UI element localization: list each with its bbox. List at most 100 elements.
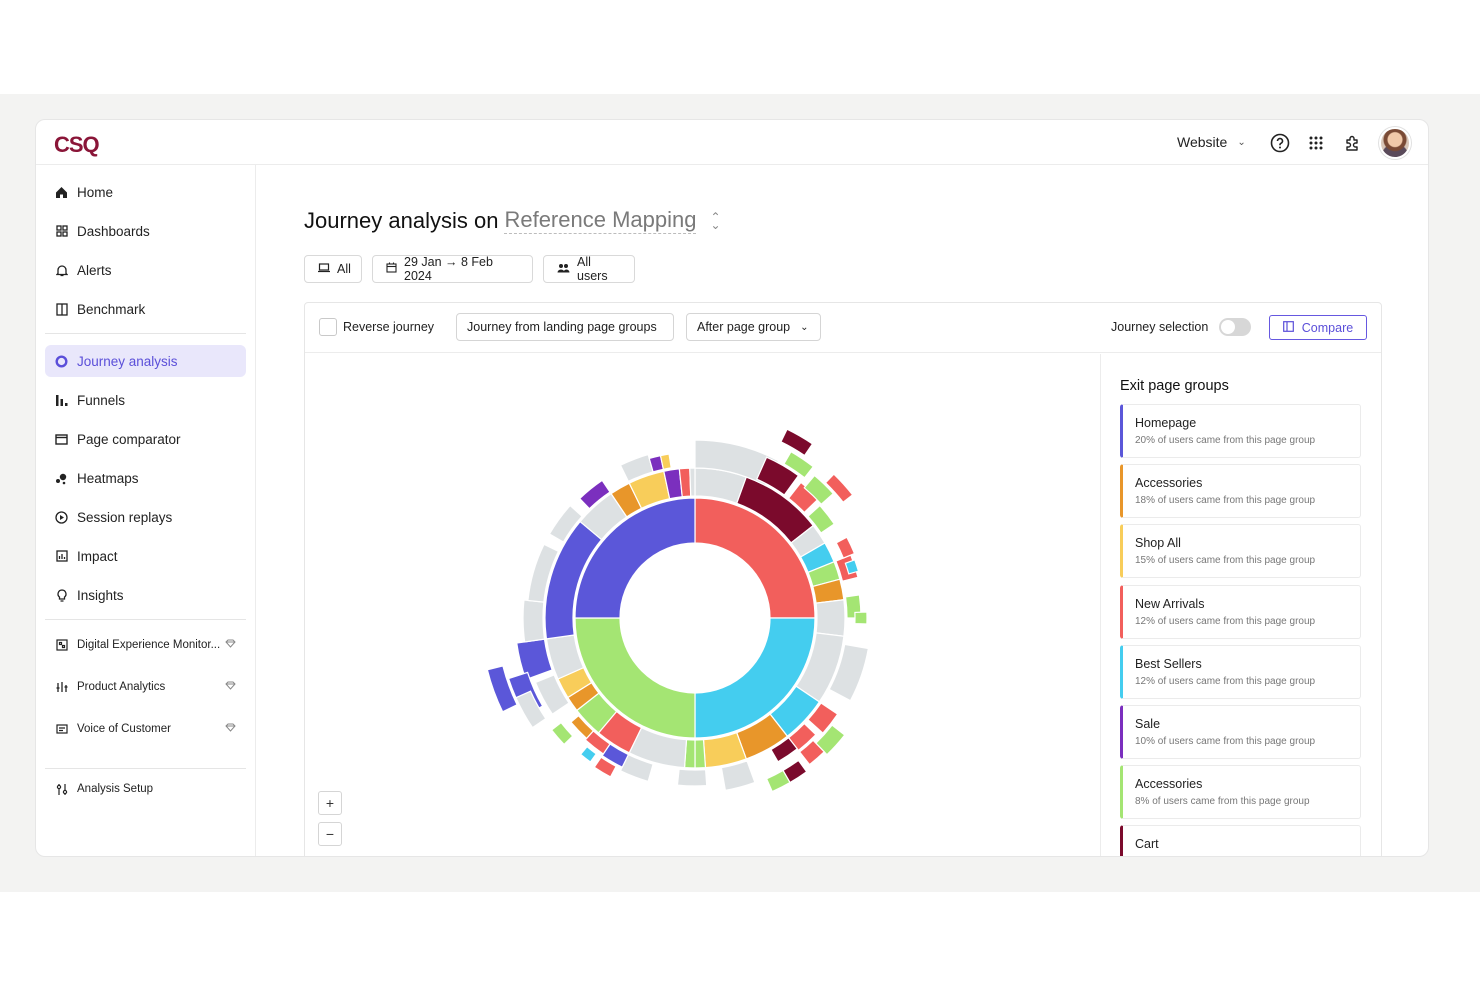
benchmark-icon	[55, 302, 68, 316]
sidebar-item-digital-experience-monitor[interactable]: Digital Experience Monitor...	[45, 629, 246, 661]
reverse-journey-label: Reverse journey	[343, 320, 435, 334]
sunburst-ring2-segment[interactable]	[815, 599, 846, 637]
date-range-chip[interactable]: 29 Jan → 8 Feb 2024	[372, 255, 533, 283]
exit-page-group-card[interactable]: Homepage 20% of users came from this page…	[1120, 404, 1361, 458]
journey-from-button[interactable]: Journey from landing page groups	[456, 313, 674, 341]
sunburst-outer-segment[interactable]	[516, 638, 553, 681]
after-page-group-label: After page group	[697, 320, 791, 334]
brand-logo[interactable]: CSQ	[54, 132, 100, 158]
dem-icon	[55, 639, 68, 652]
exit-page-group-card[interactable]: Shop All 15% of users came from this page…	[1120, 524, 1361, 579]
sunburst-outer-segment[interactable]	[522, 599, 546, 643]
device-filter-chip[interactable]: All	[304, 255, 362, 283]
sidebar-item-impact[interactable]: Impact	[45, 540, 246, 572]
panel-toolbar: Reverse journey Journey from landing pag…	[305, 303, 1381, 353]
site-selector[interactable]: Website ⌄	[1177, 134, 1246, 150]
impact-chart-icon	[55, 550, 68, 563]
sidebar-item-label: Benchmark	[77, 301, 146, 317]
exit-page-group-desc: 12% of users came from this page group	[1135, 675, 1316, 687]
bell-icon	[55, 264, 68, 277]
exit-page-group-card[interactable]: Accessories 8% of users came from this pa…	[1120, 765, 1361, 820]
sidebar-item-heatmaps[interactable]: Heatmaps	[45, 462, 246, 494]
reverse-journey-checkbox[interactable]	[319, 318, 337, 336]
after-page-group-select[interactable]: After page group ⌄	[686, 313, 821, 341]
exit-page-group-name: Best Sellers	[1135, 656, 1202, 671]
sidebar-item-label: Funnels	[77, 392, 126, 408]
sunburst-outer-segment[interactable]	[676, 768, 708, 787]
lightbulb-icon	[55, 588, 68, 602]
sidebar-item-voice-of-customer[interactable]: Voice of Customer	[45, 713, 246, 745]
exit-page-group-name: Cart	[1135, 837, 1159, 852]
sunburst-outer-segment[interactable]	[835, 536, 856, 559]
sunburst-outer-segment[interactable]	[515, 690, 547, 729]
zoom-out-button[interactable]: −	[318, 822, 342, 846]
sidebar-item-journey-analysis[interactable]: Journey analysis	[45, 345, 246, 377]
sunburst-chart[interactable]	[305, 354, 1101, 857]
sunburst-outer-segment[interactable]	[550, 721, 574, 746]
exit-page-group-desc: 20% of users came from this page group	[1135, 435, 1316, 446]
calendar-icon	[386, 262, 397, 276]
compare-button[interactable]: Compare	[1269, 315, 1367, 340]
sunburst-outer-segment[interactable]	[579, 745, 598, 763]
sidebar-item-label: Impact	[77, 548, 118, 564]
sidebar-item-label: Dashboards	[77, 223, 150, 239]
exit-page-group-card[interactable]: New Arrivals 12% of users came from this …	[1120, 584, 1361, 639]
exit-page-groups-title: Exit page groups	[1120, 378, 1229, 394]
sidebar-item-label: Page comparator	[77, 431, 181, 447]
sidebar-item-label: Analysis Setup	[77, 783, 154, 795]
user-avatar[interactable]	[1379, 127, 1411, 159]
sidebar-item-benchmark[interactable]: Benchmark	[45, 293, 246, 325]
exit-page-group-card[interactable]: Cart 5% of users came from this page grou…	[1120, 825, 1361, 857]
sidebar-item-label: Home	[77, 184, 114, 200]
sidebar-item-page-comparator[interactable]: Page comparator	[45, 423, 246, 455]
journey-from-label: Journey from landing page groups	[467, 320, 657, 334]
sunburst-ring2-segment[interactable]	[694, 739, 707, 769]
chevron-down-icon: ⌄	[1237, 136, 1246, 148]
sunburst-outer-segment[interactable]	[780, 428, 814, 457]
sidebar-divider	[45, 768, 246, 769]
sidebar-divider	[45, 619, 246, 620]
help-icon[interactable]	[1269, 132, 1291, 154]
sidebar-item-alerts[interactable]: Alerts	[45, 254, 246, 286]
sidebar-item-product-analytics[interactable]: Product Analytics	[45, 671, 246, 703]
dashboard-icon	[55, 225, 68, 238]
sort-chevrons-icon[interactable]: ⌃ ⌄	[710, 211, 720, 231]
sidebar-item-label: Voice of Customer	[77, 723, 171, 735]
premium-gem-icon	[225, 639, 236, 651]
sunburst-ring2-segment[interactable]	[689, 467, 696, 497]
exit-page-group-card[interactable]: Sale 10% of users came from this page gro…	[1120, 705, 1361, 759]
exit-page-group-name: Accessories	[1135, 777, 1203, 792]
exit-page-group-desc: 5% of users came from this page group	[1135, 856, 1360, 857]
exit-page-group-card[interactable]: Accessories 18% of users came from this p…	[1120, 464, 1361, 519]
sidebar-item-home[interactable]: Home	[45, 176, 246, 208]
segment-chip[interactable]: All users	[543, 255, 635, 283]
sidebar-item-session-replays[interactable]: Session replays	[45, 501, 246, 533]
journey-selection-toggle[interactable]	[1219, 318, 1251, 336]
site-selector-label: Website	[1177, 134, 1228, 150]
sunburst-outer-segment[interactable]	[824, 473, 854, 504]
sidebar-item-analysis-setup[interactable]: Analysis Setup	[45, 773, 246, 805]
journey-panel: Reverse journey Journey from landing pag…	[304, 302, 1382, 857]
exit-page-group-card[interactable]: Best Sellers 12% of users came from this …	[1120, 644, 1361, 699]
funnel-bars-icon	[55, 394, 68, 407]
sidebar-item-label: Product Analytics	[77, 681, 166, 693]
sidebar-divider	[45, 333, 246, 334]
sunburst-outer-segment[interactable]	[854, 611, 868, 625]
exit-page-group-name: Sale	[1135, 717, 1161, 731]
sidebar-item-label: Session replays	[77, 509, 173, 525]
sidebar-item-label: Digital Experience Monitor...	[77, 639, 221, 651]
apps-grid-icon[interactable]	[1305, 132, 1327, 154]
home-icon	[55, 186, 68, 199]
integrations-puzzle-icon[interactable]	[1342, 132, 1364, 154]
sidebar-item-insights[interactable]: Insights	[45, 579, 246, 611]
sidebar: Home Dashboards Alerts Benchmark Journey…	[36, 165, 256, 856]
zoom-in-button[interactable]: +	[318, 791, 342, 815]
exit-page-group-name: Accessories	[1135, 476, 1203, 491]
exit-page-group-name: Shop All	[1135, 536, 1181, 551]
sidebar-item-funnels[interactable]: Funnels	[45, 384, 246, 416]
journey-selection-label: Journey selection	[1111, 320, 1209, 334]
page-title-prefix: Journey analysis on	[304, 207, 499, 233]
users-icon	[557, 262, 570, 276]
mapping-selector[interactable]: Reference Mapping	[504, 207, 697, 234]
sidebar-item-dashboards[interactable]: Dashboards	[45, 215, 246, 247]
